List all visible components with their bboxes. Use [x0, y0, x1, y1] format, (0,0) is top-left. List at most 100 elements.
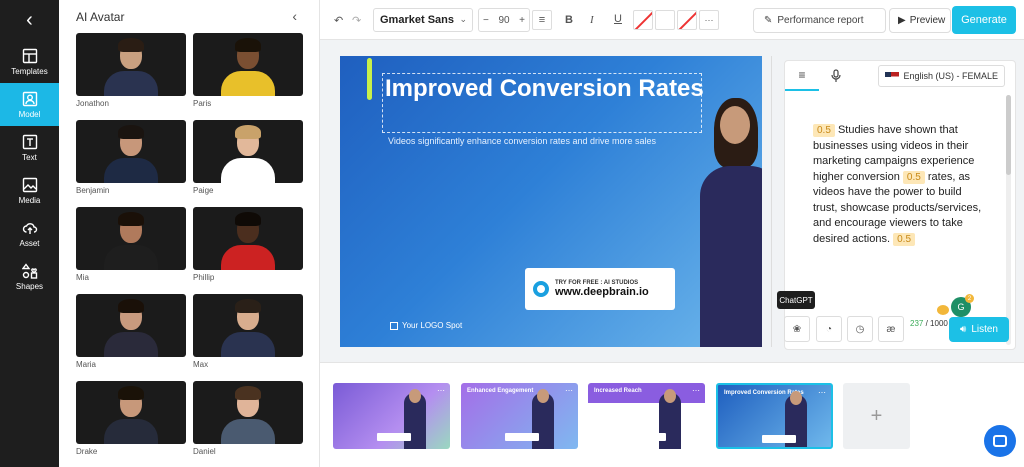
- pause-marker[interactable]: 0.5: [893, 232, 916, 246]
- tab-audio[interactable]: [819, 61, 853, 91]
- avatar-thumbnail[interactable]: [76, 381, 186, 444]
- pause-marker[interactable]: 0.5: [902, 170, 925, 184]
- avatar-card[interactable]: Max: [193, 294, 303, 381]
- thumbnail-badge: [632, 433, 666, 441]
- italic-icon[interactable]: I: [590, 14, 594, 26]
- slide-thumbnails: + ⋯ Enhanced Engagement ⋯ Increased Reach …: [320, 362, 1024, 467]
- avatar-shoulders: [221, 419, 275, 444]
- thumbnail-title: Increased Reach: [594, 388, 642, 394]
- language-select[interactable]: English (US) - FEMALE: [878, 65, 1005, 87]
- nav-templates[interactable]: Templates: [0, 40, 59, 83]
- chatgpt-tooltip: ChatGPT: [777, 291, 815, 309]
- scrollbar-thumb[interactable]: [1006, 95, 1011, 175]
- pronunciation-button[interactable]: æ: [878, 316, 904, 342]
- language-value: English (US) - FEMALE: [903, 71, 998, 81]
- back-chevron-icon[interactable]: ‹: [0, 0, 59, 40]
- text-color-swatch[interactable]: [633, 10, 653, 30]
- slide-headline[interactable]: Improved Conversion Rates: [385, 74, 705, 104]
- heart-hand-icon[interactable]: [937, 305, 949, 315]
- none-slash-icon: [634, 11, 652, 29]
- plus-icon[interactable]: +: [519, 15, 525, 26]
- more-options-icon[interactable]: ⋯: [692, 386, 700, 395]
- avatar-card[interactable]: Daniel: [193, 381, 303, 467]
- avatar-thumbnail[interactable]: [76, 120, 186, 183]
- slide-canvas[interactable]: Improved Conversion Rates Videos signifi…: [340, 56, 762, 347]
- nav-asset[interactable]: Asset: [0, 212, 59, 255]
- tab-script[interactable]: ≡: [785, 61, 819, 91]
- chatgpt-icon[interactable]: G2: [951, 294, 974, 317]
- font-family-select[interactable]: Gmarket Sans ⌄: [373, 8, 473, 32]
- avatar-card[interactable]: Benjamin: [76, 120, 186, 207]
- avatar-thumbnail[interactable]: [193, 294, 303, 357]
- stroke-color-swatch[interactable]: [677, 10, 697, 30]
- avatar-thumbnail[interactable]: [193, 33, 303, 96]
- undo-icon[interactable]: ↶: [334, 14, 343, 27]
- font-size-stepper[interactable]: − 90 +: [478, 8, 530, 32]
- generate-button[interactable]: Generate: [952, 6, 1016, 34]
- thumbnail-badge: [505, 433, 539, 441]
- avatar-hair: [235, 38, 261, 52]
- nav-model[interactable]: Model: [0, 83, 59, 126]
- ae-ligature-icon: æ: [886, 323, 896, 335]
- chatgpt-button[interactable]: ❀: [784, 316, 810, 342]
- pause-marker[interactable]: 0.5: [813, 124, 835, 137]
- avatar-card[interactable]: Jonathon: [76, 33, 186, 120]
- avatar-thumbnail[interactable]: [193, 120, 303, 183]
- nav-media[interactable]: Media: [0, 169, 59, 212]
- nav-text[interactable]: Text: [0, 126, 59, 169]
- avatar-thumbnail[interactable]: [193, 381, 303, 444]
- script-toolbar: ❀ ◔ ◷ æ 237 / 1000 🔊︎ Listen: [784, 316, 1016, 346]
- avatar-card[interactable]: Phillip: [193, 207, 303, 294]
- listen-button[interactable]: 🔊︎ Listen: [949, 317, 1009, 342]
- collapse-chevron-icon[interactable]: ‹: [292, 8, 297, 24]
- nav-shapes[interactable]: Shapes: [0, 255, 59, 298]
- avatar-card[interactable]: Mia: [76, 207, 186, 294]
- avatar-figure[interactable]: [700, 96, 762, 347]
- thumbnail-badge: [762, 435, 796, 443]
- avatar-thumbnail[interactable]: [76, 294, 186, 357]
- upload-cloud-icon: [22, 222, 37, 234]
- avatar-name: Daniel: [193, 447, 216, 456]
- more-options-icon[interactable]: ⋯: [699, 10, 719, 30]
- slide-subtitle[interactable]: Videos significantly enhance conversion …: [388, 135, 688, 147]
- bold-icon[interactable]: B: [565, 14, 573, 26]
- add-slide-button[interactable]: +: [843, 383, 910, 449]
- avatar-card[interactable]: Maria: [76, 294, 186, 381]
- minus-icon[interactable]: −: [483, 15, 489, 26]
- avatar-thumbnail[interactable]: [193, 207, 303, 270]
- font-size-value[interactable]: 90: [498, 15, 509, 26]
- slide-thumbnail[interactable]: ⋯: [333, 383, 450, 449]
- script-text[interactable]: 0.5 Studies have shown that businesses u…: [813, 123, 983, 247]
- chat-support-button[interactable]: [984, 425, 1016, 457]
- more-options-icon[interactable]: ⋯: [565, 386, 573, 395]
- more-options-icon[interactable]: ⋯: [818, 388, 826, 397]
- avatar-thumbnail[interactable]: [76, 33, 186, 96]
- slide-thumbnail[interactable]: Increased Reach ⋯: [588, 383, 705, 449]
- align-left-icon[interactable]: ≡: [532, 10, 552, 30]
- logo-spot[interactable]: Your LOGO Spot: [390, 321, 462, 330]
- more-options-icon[interactable]: ⋯: [437, 386, 445, 395]
- speed-button[interactable]: ◔: [816, 316, 842, 342]
- avatar-name: Maria: [76, 360, 97, 369]
- avatar-card[interactable]: Drake: [76, 381, 186, 467]
- nav-label: Text: [22, 152, 37, 162]
- avatar-head: [720, 106, 750, 144]
- avatar-card[interactable]: Paige: [193, 120, 303, 207]
- redo-icon[interactable]: ↷: [352, 14, 361, 27]
- character-counter: 237 / 1000: [910, 318, 948, 329]
- deepbrain-badge[interactable]: TRY FOR FREE : AI STUDIOS www.deepbrain.…: [525, 268, 675, 310]
- scrollbar[interactable]: [1006, 95, 1011, 345]
- pause-insert-button[interactable]: ◷: [847, 316, 873, 342]
- underline-icon[interactable]: U: [614, 13, 622, 25]
- avatar-shoulders: [221, 71, 275, 96]
- avatar-shoulders: [221, 245, 275, 270]
- avatar-card[interactable]: Paris: [193, 33, 303, 120]
- slide-thumbnail[interactable]: Enhanced Engagement ⋯: [461, 383, 578, 449]
- avatar-name: Jonathon: [76, 99, 109, 108]
- text-lines-icon: ≡: [798, 68, 806, 82]
- slide-thumbnail[interactable]: Improved Conversion Rates ⋯: [716, 383, 833, 449]
- preview-button[interactable]: ▶ Preview: [889, 8, 951, 33]
- performance-report-button[interactable]: ✎ Performance report: [753, 8, 886, 33]
- background-color-swatch[interactable]: [655, 10, 675, 30]
- avatar-thumbnail[interactable]: [76, 207, 186, 270]
